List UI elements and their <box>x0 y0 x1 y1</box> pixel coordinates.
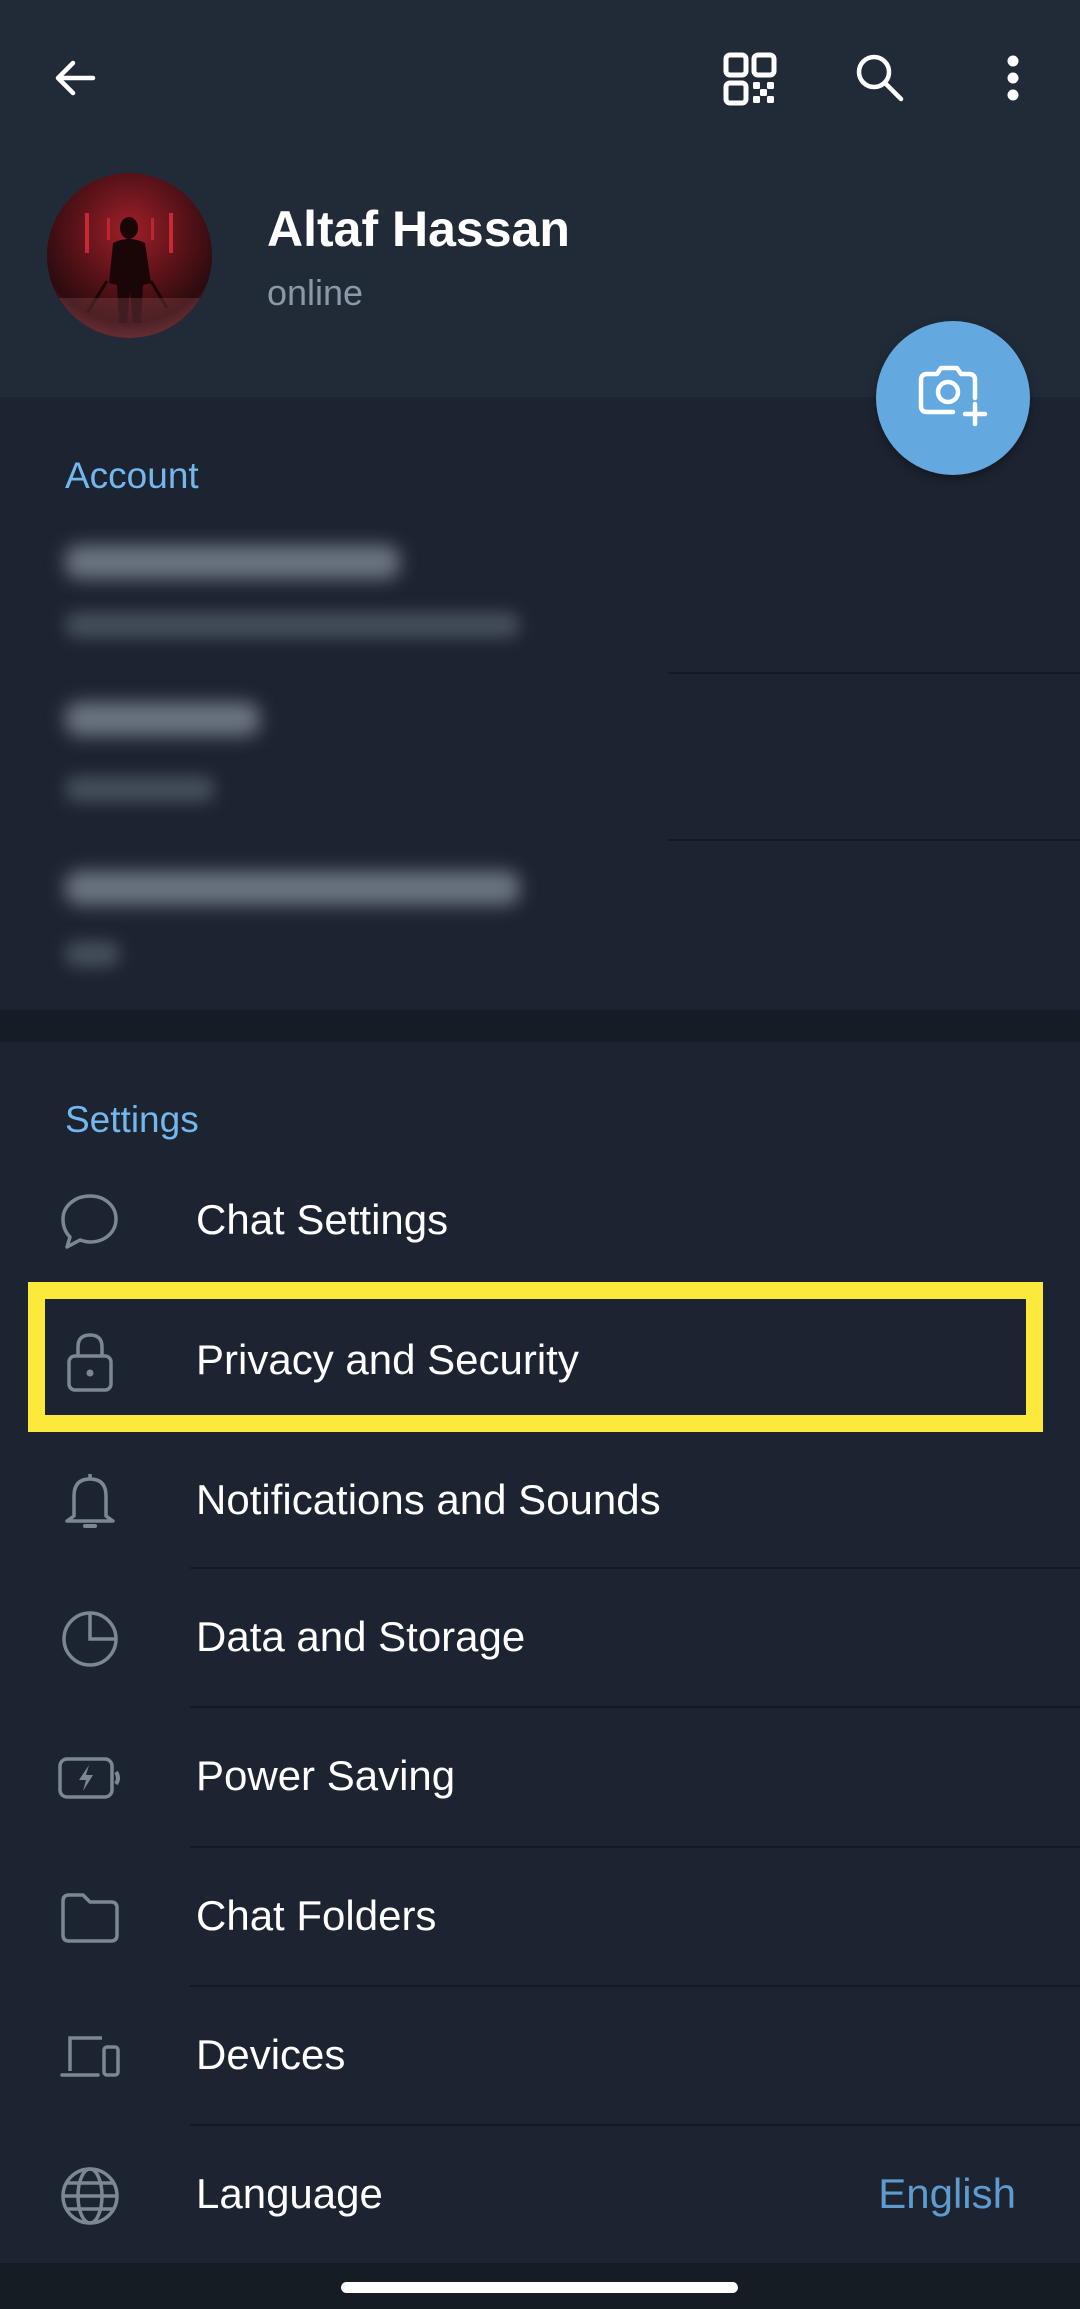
account-item-phone[interactable] <box>0 510 1080 673</box>
settings-item-label: Language <box>196 2170 383 2217</box>
profile-photo <box>47 173 212 338</box>
devices-icon <box>56 2026 124 2088</box>
qr-code-button[interactable] <box>718 47 782 111</box>
settings-item-power-saving[interactable]: Power Saving <box>0 1708 1080 1847</box>
more-options-button[interactable] <box>981 46 1045 110</box>
account-section-title: Account <box>65 455 199 496</box>
settings-item-notifications[interactable]: Notifications and Sounds <box>0 1432 1080 1571</box>
search-icon <box>856 54 904 102</box>
settings-item-data-storage[interactable]: Data and Storage <box>0 1569 1080 1708</box>
settings-item-label: Power Saving <box>196 1752 456 1799</box>
qr-code-icon <box>723 52 777 106</box>
profile-status: online <box>267 272 364 313</box>
camera-add-icon <box>918 365 988 427</box>
account-item-value <box>65 871 520 905</box>
back-button[interactable] <box>43 46 107 110</box>
battery-bolt-icon <box>56 1747 124 1809</box>
folder-icon <box>56 1887 124 1949</box>
avatar[interactable] <box>47 173 212 338</box>
settings-item-label: Chat Settings <box>196 1196 449 1243</box>
pie-chart-icon <box>56 1608 124 1670</box>
account-item-value <box>65 545 400 579</box>
set-profile-photo-button[interactable] <box>876 321 1030 475</box>
account-item-subtitle <box>65 612 520 638</box>
language-value: English <box>878 2170 1016 2217</box>
settings-item-label: Devices <box>196 2031 346 2078</box>
settings-item-chat-settings[interactable]: Chat Settings <box>0 1152 1080 1291</box>
profile-name: Altaf Hassan <box>267 201 570 257</box>
settings-item-label: Notifications and Sounds <box>196 1476 661 1523</box>
chat-bubble-icon <box>56 1191 124 1253</box>
highlight-box <box>28 1282 1043 1432</box>
account-item-value <box>65 702 260 736</box>
settings-item-language[interactable]: Language English <box>0 2126 1080 2265</box>
section-separator <box>0 1010 1080 1042</box>
bell-icon <box>56 1471 124 1533</box>
search-button[interactable] <box>848 46 912 110</box>
settings-section: Settings Chat Settings Privacy and Secur… <box>0 1042 1080 2263</box>
settings-section-title: Settings <box>65 1099 199 1140</box>
home-indicator[interactable] <box>341 2282 738 2293</box>
settings-item-devices[interactable]: Devices <box>0 1987 1080 2126</box>
account-item-bio[interactable] <box>0 841 1080 1010</box>
settings-item-label: Data and Storage <box>196 1613 526 1660</box>
settings-item-chat-folders[interactable]: Chat Folders <box>0 1848 1080 1987</box>
arrow-left-icon <box>55 60 96 96</box>
account-item-subtitle <box>65 941 120 967</box>
account-item-username[interactable] <box>0 674 1080 839</box>
account-section: Account <box>0 397 1080 1010</box>
globe-icon <box>56 2165 124 2227</box>
more-vertical-icon <box>1007 55 1019 101</box>
account-item-subtitle <box>65 776 215 802</box>
settings-item-label: Chat Folders <box>196 1892 437 1939</box>
